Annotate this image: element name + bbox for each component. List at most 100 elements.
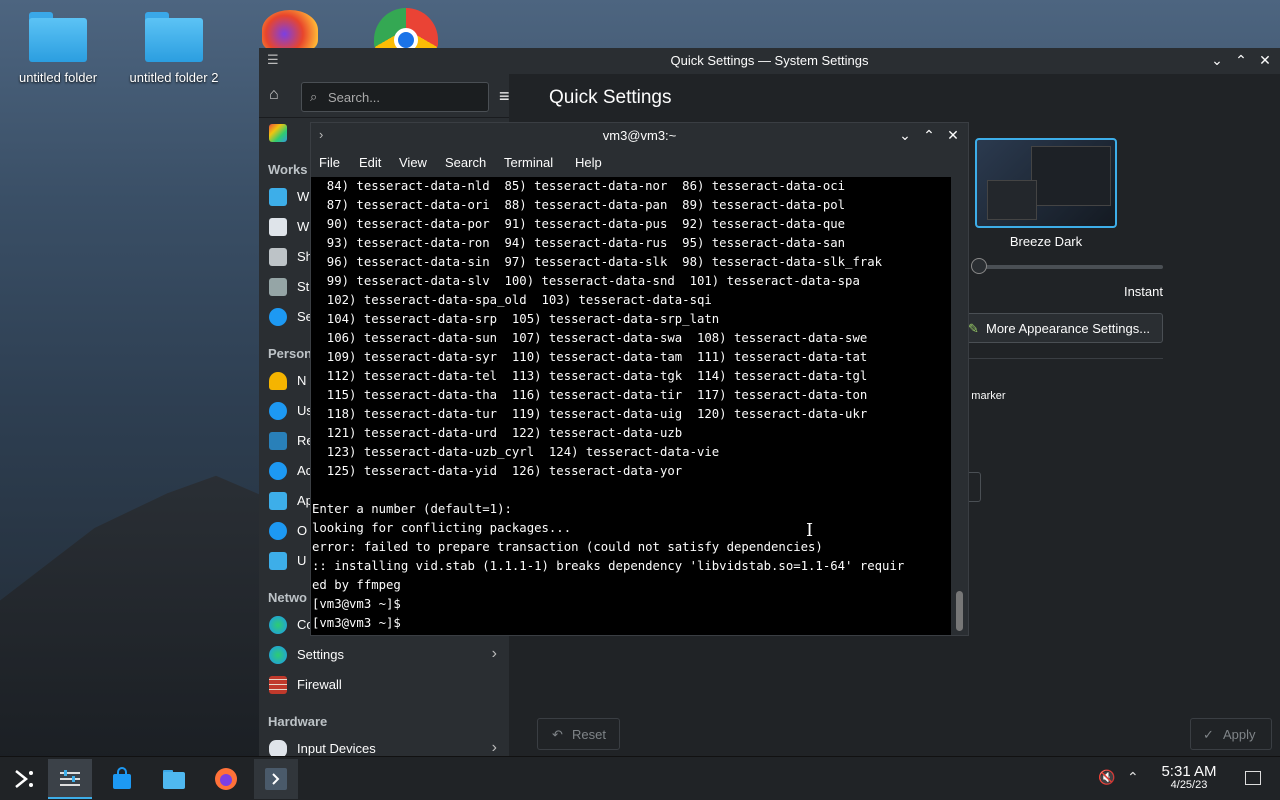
applications-icon xyxy=(269,492,287,510)
terminal-line: ed by ffmpeg xyxy=(312,578,401,592)
search-input[interactable]: ⌕ Search... xyxy=(301,82,489,112)
menu-edit[interactable]: Edit xyxy=(359,155,381,170)
application-launcher[interactable] xyxy=(2,759,46,799)
maximize-icon[interactable]: ⌃ xyxy=(922,127,936,143)
terminal-line: 90) tesseract-data-por 91) tesseract-dat… xyxy=(312,217,846,231)
close-icon[interactable]: ✕ xyxy=(1258,52,1272,68)
online-accounts-icon xyxy=(269,522,287,540)
sidebar-item-label: Input Devices xyxy=(297,741,376,756)
reset-button[interactable]: ↶ Reset xyxy=(537,718,620,750)
terminal-window: › vm3@vm3:~ ⌄ ⌃ ✕ File Edit View Search … xyxy=(310,122,969,636)
clock-date: 4/25/23 xyxy=(1170,779,1208,791)
menu-search[interactable]: Search xyxy=(445,155,486,170)
sidebar-item-label: N xyxy=(297,373,307,388)
menu-file[interactable]: File xyxy=(319,155,340,170)
quick-settings-icon xyxy=(269,124,287,142)
sidebar-item-label: W xyxy=(297,189,310,204)
terminal-title: vm3@vm3:~ xyxy=(602,128,677,143)
sidebar-item-label: U xyxy=(297,553,307,568)
terminal-output[interactable]: 84) tesseract-data-nld 85) tesseract-dat… xyxy=(311,177,953,635)
close-icon[interactable]: ✕ xyxy=(946,127,960,143)
terminal-line: 87) tesseract-data-ori 88) tesseract-dat… xyxy=(312,198,846,212)
terminal-line: 112) tesseract-data-tel 113) tesseract-d… xyxy=(312,369,868,383)
terminal-line: 99) tesseract-data-slv 100) tesseract-da… xyxy=(312,274,860,288)
tray-expand-icon[interactable]: ⌃ xyxy=(1127,769,1139,786)
minimize-icon[interactable]: ⌄ xyxy=(898,127,912,143)
section-personalization: Person xyxy=(268,346,313,361)
terminal-line: Enter a number (default=1): xyxy=(312,502,512,516)
search-placeholder: Search... xyxy=(328,90,381,105)
wallpaper-mountain xyxy=(0,475,270,760)
task-system-settings[interactable] xyxy=(48,759,92,799)
workspace-behavior-icon xyxy=(269,188,287,206)
task-terminal[interactable] xyxy=(254,759,298,799)
animation-speed-slider[interactable] xyxy=(975,265,1163,269)
firefox-icon xyxy=(215,768,237,790)
chrome-desktop-icon[interactable] xyxy=(374,8,438,52)
theme-preview-breeze-dark[interactable] xyxy=(975,138,1117,228)
terminal-icon xyxy=(265,768,287,790)
button-label: More Appearance Settings... xyxy=(986,321,1151,336)
desktop-folder-untitled[interactable]: untitled folder xyxy=(3,12,113,85)
terminal-line: 106) tesseract-data-sun 107) tesseract-d… xyxy=(312,331,868,345)
discover-store-icon xyxy=(113,767,131,789)
taskbar: 🔇 ⌃ 5:31 AM 4/25/23 xyxy=(0,756,1280,800)
terminal-line: 104) tesseract-data-srp 105) tesseract-d… xyxy=(312,312,720,326)
system-settings-icon xyxy=(60,770,80,786)
terminal-line: 96) tesseract-data-sin 97) tesseract-dat… xyxy=(312,255,883,269)
folder-icon xyxy=(163,770,185,789)
task-dolphin[interactable] xyxy=(152,759,196,799)
show-desktop-icon[interactable] xyxy=(1245,771,1261,785)
terminal-titlebar[interactable]: › vm3@vm3:~ ⌄ ⌃ ✕ xyxy=(311,123,968,149)
task-firefox[interactable] xyxy=(204,759,248,799)
sidebar-item-label: St xyxy=(297,279,310,294)
button-label: Apply xyxy=(1223,727,1256,742)
users-icon xyxy=(269,402,287,420)
search-icon: ⌕ xyxy=(310,89,318,104)
more-appearance-settings-button[interactable]: ✎ More Appearance Settings... xyxy=(963,313,1163,343)
terminal-line: 102) tesseract-data-spa_old 103) tessera… xyxy=(312,293,712,307)
terminal-menubar: File Edit View Search Terminal Help xyxy=(311,149,968,177)
sidebar-toolbar: ⌂ ⌕ Search... ≡ xyxy=(259,74,510,118)
home-icon[interactable]: ⌂ xyxy=(269,86,289,106)
menu-help[interactable]: Help xyxy=(575,155,602,170)
terminal-line: 125) tesseract-data-yid 126) tesseract-d… xyxy=(312,464,683,478)
regional-icon xyxy=(269,432,287,450)
terminal-line: error: failed to prepare transaction (co… xyxy=(312,540,823,554)
section-network: Netwo xyxy=(268,590,307,605)
minimize-icon[interactable]: ⌄ xyxy=(1210,52,1224,68)
sidebar-item-label: Settings xyxy=(297,647,344,662)
paintbrush-icon: ✎ xyxy=(968,321,979,336)
connections-icon xyxy=(269,616,287,634)
page-title: Quick Settings xyxy=(549,87,672,108)
terminal-line: 93) tesseract-data-ron 94) tesseract-dat… xyxy=(312,236,846,250)
terminal-scrollbar[interactable] xyxy=(951,177,968,635)
desktop-folder-untitled-2[interactable]: untitled folder 2 xyxy=(119,12,229,85)
section-workspace: Works xyxy=(268,162,308,177)
terminal-line: [vm3@vm3 ~]$ xyxy=(312,597,401,611)
hamburger-menu-icon[interactable]: ≡ xyxy=(499,86,510,107)
menu-terminal[interactable]: Terminal xyxy=(504,155,553,170)
scrollbar-thumb[interactable] xyxy=(956,591,963,631)
desktop-icon-label: untitled folder xyxy=(18,70,98,85)
desktop-icon-label: untitled folder 2 xyxy=(129,70,219,85)
slider-handle[interactable] xyxy=(971,258,987,274)
task-discover[interactable] xyxy=(100,759,144,799)
sidebar-item-label: O xyxy=(297,523,308,538)
shortcuts-icon xyxy=(269,248,287,266)
apply-button[interactable]: ✓ Apply xyxy=(1190,718,1272,750)
clock[interactable]: 5:31 AM 4/25/23 xyxy=(1156,763,1222,791)
sidebar-item-network-settings[interactable]: Settings › xyxy=(259,640,509,670)
sidebar-item-firewall[interactable]: Firewall xyxy=(259,670,509,700)
terminal-line: 123) tesseract-data-uzb_cyrl 124) tesser… xyxy=(312,445,720,459)
maximize-icon[interactable]: ⌃ xyxy=(1234,52,1248,68)
checkmark-icon: ✓ xyxy=(1203,727,1214,742)
firefox-desktop-icon[interactable] xyxy=(262,10,318,50)
titlebar[interactable]: ☰ Quick Settings — System Settings ⌄ ⌃ ✕ xyxy=(259,48,1280,74)
chevron-right-icon: › xyxy=(491,739,497,756)
volume-muted-icon[interactable]: 🔇 xyxy=(1098,769,1115,786)
terminal-line: :: installing vid.stab (1.1.1-1) breaks … xyxy=(312,559,905,573)
terminal-line: 118) tesseract-data-tur 119) tesseract-d… xyxy=(312,407,868,421)
menu-view[interactable]: View xyxy=(399,155,427,170)
